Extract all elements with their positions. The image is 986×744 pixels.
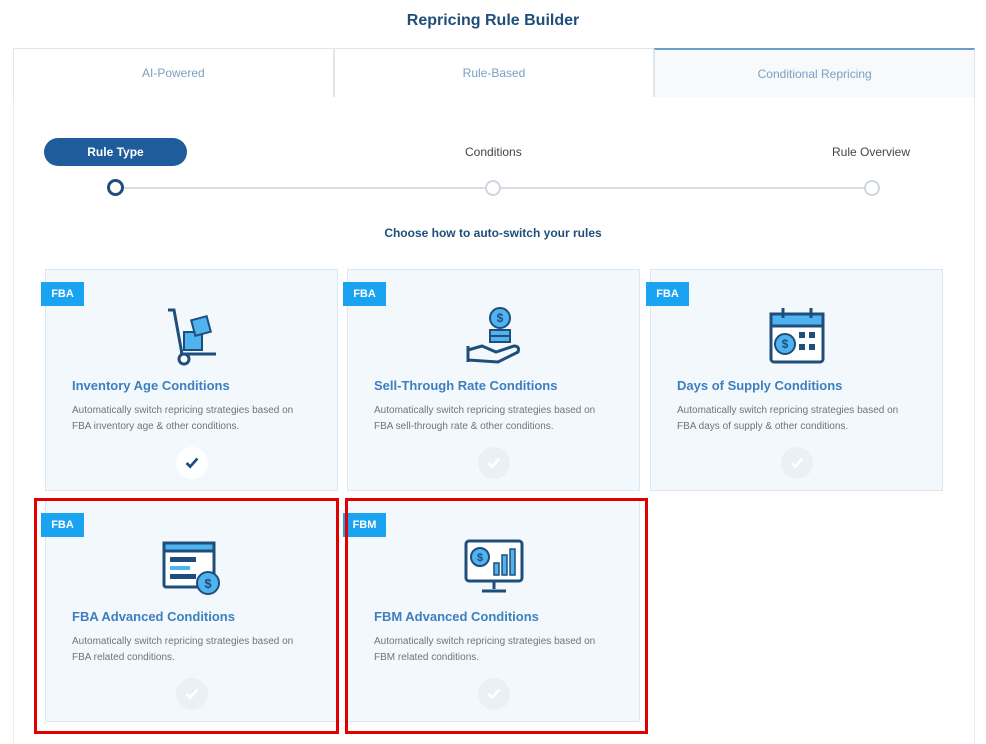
svg-text:$: $ bbox=[496, 311, 503, 325]
card-description-line: Automatically switch repricing strategie… bbox=[374, 405, 596, 416]
card-description-line: Automatically switch repricing strategie… bbox=[72, 405, 294, 416]
stepper: Rule Type Conditions Rule Overview bbox=[44, 138, 944, 198]
card-description: Automatically switch repricing strategie… bbox=[72, 403, 317, 435]
card-description: Automatically switch repricing strategie… bbox=[374, 403, 619, 435]
card-description-line: FBA days of supply & other conditions. bbox=[677, 421, 849, 432]
unselected-check-icon[interactable] bbox=[477, 447, 510, 479]
card-days-of-supply-conditions[interactable]: FBA $ Days of Supply Conditions Automati… bbox=[646, 269, 943, 491]
step-dot-conditions[interactable] bbox=[485, 180, 501, 196]
highlight-frame-fbm-advanced bbox=[345, 498, 648, 734]
page-title: Repricing Rule Builder bbox=[406, 12, 580, 29]
card-description-line: FBA inventory age & other conditions. bbox=[72, 421, 240, 432]
calendar-dollar-icon: $ bbox=[765, 304, 829, 368]
fulfillment-badge: FBA bbox=[646, 282, 689, 306]
unselected-check-icon[interactable] bbox=[780, 447, 813, 479]
card-title: Days of Supply Conditions bbox=[677, 378, 843, 393]
page: Repricing Rule Builder AI-Powered Rule-B… bbox=[0, 0, 986, 744]
card-description: Automatically switch repricing strategie… bbox=[677, 403, 922, 435]
hand-coins-icon: $ bbox=[462, 304, 526, 368]
highlight-frame-fba-advanced bbox=[34, 498, 339, 734]
step-dot-rule-type[interactable] bbox=[107, 179, 124, 196]
hand-truck-boxes-icon bbox=[160, 304, 224, 368]
card-sell-through-rate-conditions[interactable]: FBA $ Sell-Through Rate Conditions Autom… bbox=[343, 269, 640, 491]
fulfillment-badge: FBA bbox=[41, 282, 84, 306]
card-title: Inventory Age Conditions bbox=[72, 378, 230, 393]
section-subtitle: Choose how to auto-switch your rules bbox=[384, 226, 602, 240]
tab-conditional-repricing[interactable]: Conditional Repricing bbox=[654, 48, 976, 98]
step-rule-overview[interactable]: Rule Overview bbox=[832, 145, 910, 159]
card-title: Sell-Through Rate Conditions bbox=[374, 378, 558, 393]
tab-ai-powered[interactable]: AI-Powered bbox=[13, 48, 334, 97]
fulfillment-badge: FBA bbox=[343, 282, 386, 306]
step-rule-type[interactable]: Rule Type bbox=[44, 138, 187, 166]
selected-check-icon[interactable] bbox=[175, 447, 208, 479]
card-description-line: FBA sell-through rate & other conditions… bbox=[374, 421, 554, 432]
card-inventory-age-conditions[interactable]: FBA Inventory Age Conditions Automatical… bbox=[41, 269, 338, 491]
step-conditions[interactable]: Conditions bbox=[465, 145, 522, 159]
svg-text:$: $ bbox=[781, 337, 788, 351]
step-dot-rule-overview[interactable] bbox=[864, 180, 880, 196]
tab-bar: AI-Powered Rule-Based Conditional Repric… bbox=[13, 48, 976, 98]
card-description-line: Automatically switch repricing strategie… bbox=[677, 405, 899, 416]
tab-rule-based[interactable]: Rule-Based bbox=[333, 48, 655, 97]
